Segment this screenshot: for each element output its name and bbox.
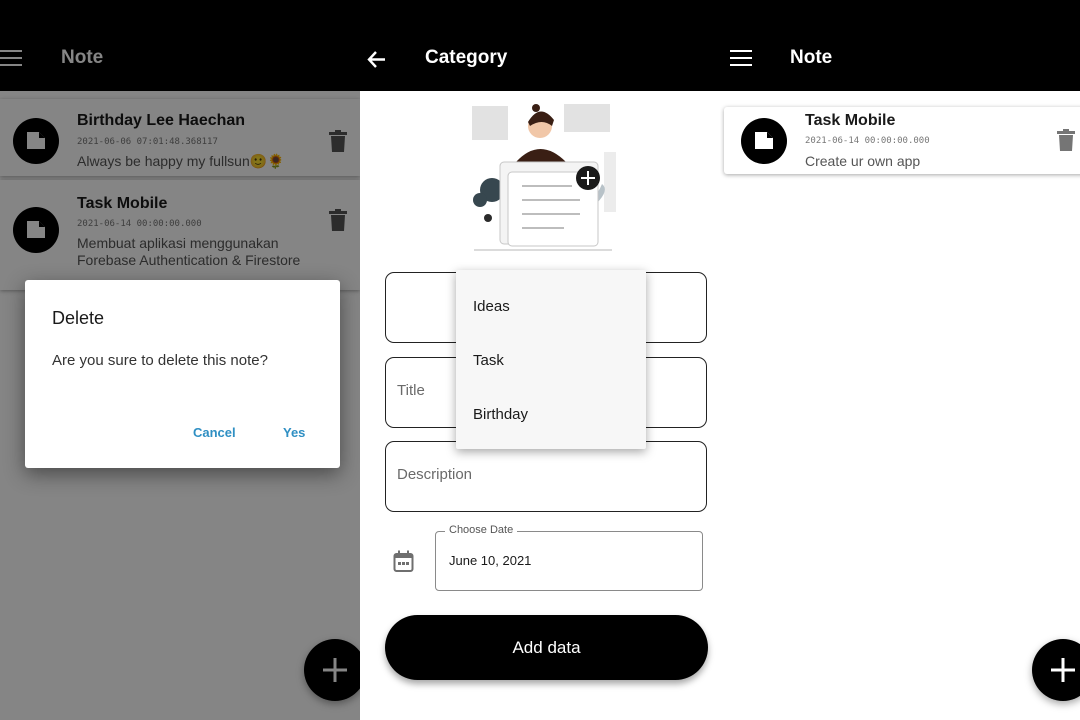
date-field-label: Choose Date — [445, 524, 518, 536]
app-bar: Category — [360, 0, 720, 91]
note-description: Create ur own app — [805, 153, 921, 169]
dialog-message: Are you sure to delete this note? — [52, 352, 268, 369]
category-option-task[interactable]: Task — [473, 352, 504, 369]
category-option-ideas[interactable]: Ideas — [473, 298, 510, 315]
add-note-fab[interactable] — [1032, 639, 1080, 701]
hamburger-menu-icon[interactable] — [730, 50, 752, 68]
note-card-task[interactable]: Task Mobile 2021-06-14 00:00:00.000 Crea… — [724, 107, 1080, 174]
app-bar-title: Category — [425, 47, 508, 68]
note-list-screen-left: Note Birthday Lee Haechan 2021-06-06 07:… — [0, 0, 360, 720]
dialog-title: Delete — [52, 308, 105, 328]
plus-icon — [1051, 658, 1075, 682]
calendar-icon[interactable] — [393, 550, 414, 573]
note-list-screen-right: Note Task Mobile 2021-06-14 00:00:00.000… — [720, 0, 1080, 720]
confirm-delete-button[interactable]: Yes — [283, 425, 305, 440]
delete-dialog: Delete Are you sure to delete this note?… — [25, 280, 340, 468]
note-date: 2021-06-14 00:00:00.000 — [805, 136, 930, 146]
title-placeholder: Title — [397, 382, 425, 399]
app-bar-title: Note — [790, 47, 833, 68]
note-taking-illustration — [472, 104, 616, 251]
note-icon — [741, 118, 787, 164]
date-field[interactable]: Choose Date June 10, 2021 — [435, 524, 703, 591]
date-value: June 10, 2021 — [449, 553, 532, 568]
arrow-back-icon[interactable] — [367, 51, 386, 68]
category-dropdown-menu: Ideas Task Birthday — [456, 270, 646, 449]
description-placeholder: Description — [397, 466, 473, 483]
trash-icon[interactable] — [1057, 129, 1075, 151]
note-title: Task Mobile — [805, 112, 896, 129]
category-option-birthday[interactable]: Birthday — [473, 406, 528, 423]
add-data-button[interactable]: Add data — [385, 615, 708, 680]
app-bar: Note — [720, 0, 1080, 91]
description-input[interactable]: Description — [385, 441, 707, 512]
add-note-screen: Category Title Description Choose Date J… — [360, 0, 720, 720]
cancel-button[interactable]: Cancel — [193, 425, 236, 440]
